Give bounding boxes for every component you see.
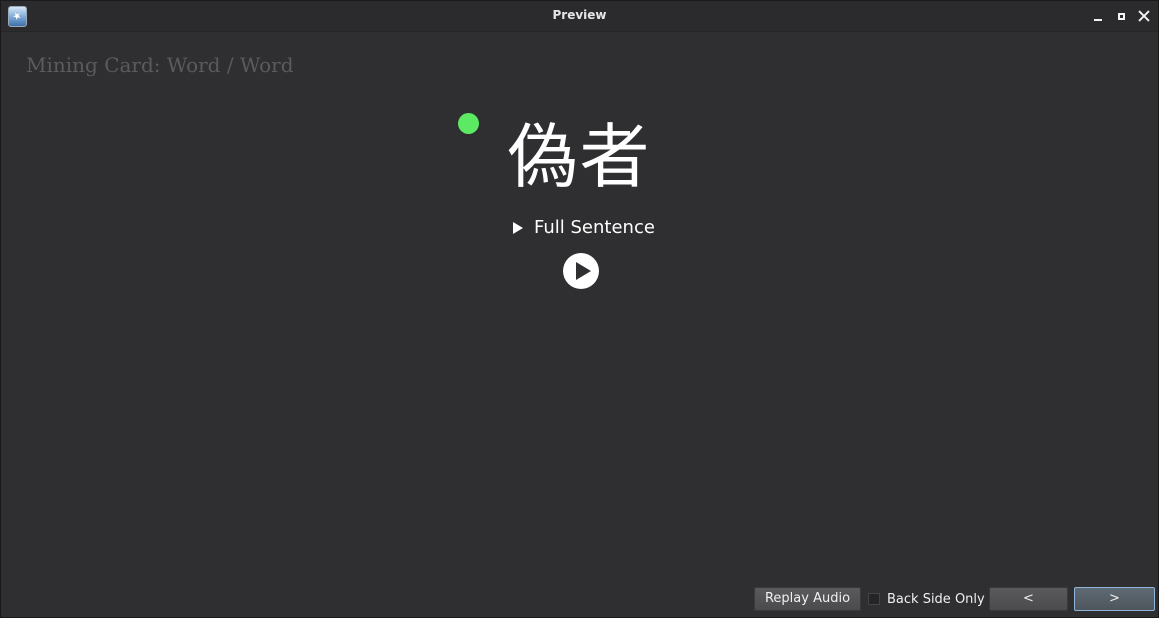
window-title: Preview xyxy=(552,8,607,22)
close-button[interactable] xyxy=(1136,8,1152,24)
checkbox-box[interactable] xyxy=(868,593,880,605)
back-side-only-label: Back Side Only xyxy=(887,591,985,607)
full-sentence-label: Full Sentence xyxy=(534,217,655,238)
title-bar: Preview xyxy=(1,1,1158,32)
minimize-icon xyxy=(1094,19,1102,21)
minimize-button[interactable] xyxy=(1090,8,1106,24)
card-word: 偽者 xyxy=(507,116,652,198)
next-button[interactable]: > xyxy=(1074,587,1155,611)
bottom-bar: Replay Audio Back Side Only < > xyxy=(1,583,1158,617)
back-side-only-checkbox[interactable]: Back Side Only xyxy=(868,587,985,611)
maximize-icon xyxy=(1117,12,1125,20)
triangle-right-icon xyxy=(513,221,523,234)
close-icon xyxy=(1138,10,1150,22)
play-audio-button[interactable] xyxy=(563,253,599,289)
full-sentence-toggle[interactable]: Full Sentence xyxy=(513,217,655,238)
replay-audio-button[interactable]: Replay Audio xyxy=(754,587,861,611)
card-template-label: Mining Card: Word / Word xyxy=(26,53,294,77)
previous-button[interactable]: < xyxy=(989,587,1068,611)
maximize-button[interactable] xyxy=(1113,8,1129,24)
preview-window: Preview Mining Card: Word / Word 偽者 Full… xyxy=(0,0,1159,618)
